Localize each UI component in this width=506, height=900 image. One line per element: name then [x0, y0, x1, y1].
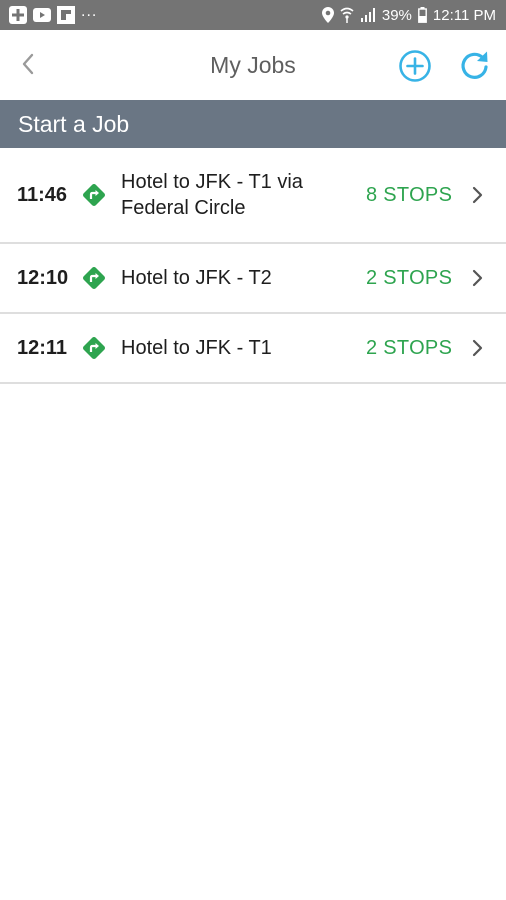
jobs-list: 11:46 Hotel to JFK - T1 via Federal Circ…: [0, 148, 506, 384]
status-right: 39% 12:11 PM: [321, 6, 496, 24]
job-name: Hotel to JFK - T2: [121, 267, 272, 289]
location-icon: [321, 7, 334, 23]
status-overflow: ...: [81, 3, 98, 20]
route-turn-icon: [83, 267, 105, 289]
app-notification-icon: [9, 6, 27, 24]
job-time: 12:11: [17, 336, 68, 359]
chevron-right-icon: [472, 186, 483, 204]
job-time: 12:10: [17, 266, 69, 289]
job-stops: 2 STOPS: [366, 266, 453, 289]
status-bar: ... 39% 12:11 PM: [0, 0, 506, 30]
flipboard-icon: [57, 6, 75, 24]
section-header: Start a Job: [0, 100, 506, 148]
battery-percent: 39%: [381, 6, 412, 24]
job-stops: 2 STOPS: [366, 336, 453, 359]
route-turn-icon: [83, 184, 105, 206]
job-row[interactable]: 12:11 Hotel to JFK - T1 2 STOPS: [0, 314, 506, 384]
route-turn-icon: [83, 337, 105, 359]
battery-icon: [418, 7, 427, 23]
wifi-icon: [340, 7, 354, 23]
job-row[interactable]: 11:46 Hotel to JFK - T1 via Federal Circ…: [0, 148, 506, 244]
job-time: 11:46: [17, 183, 68, 206]
add-job-button[interactable]: [398, 49, 432, 83]
chevron-right-icon: [472, 269, 483, 287]
add-circle-icon: [399, 50, 431, 82]
job-row[interactable]: 12:10 Hotel to JFK - T2 2 STOPS: [0, 244, 506, 314]
refresh-icon: [461, 51, 488, 79]
chevron-right-icon: [472, 339, 483, 357]
signal-icon: [360, 8, 376, 22]
status-time: 12:11 PM: [432, 6, 496, 24]
job-stops: 8 STOPS: [366, 183, 453, 206]
refresh-button[interactable]: [457, 48, 493, 84]
section-title: Start a Job: [18, 110, 130, 137]
youtube-icon: [33, 6, 51, 24]
job-name: Hotel to JFK - T1 via Federal Circle: [121, 171, 303, 219]
status-left: ...: [9, 3, 98, 24]
job-name: Hotel to JFK - T1: [121, 337, 272, 359]
app-header: My Jobs: [0, 30, 506, 130]
